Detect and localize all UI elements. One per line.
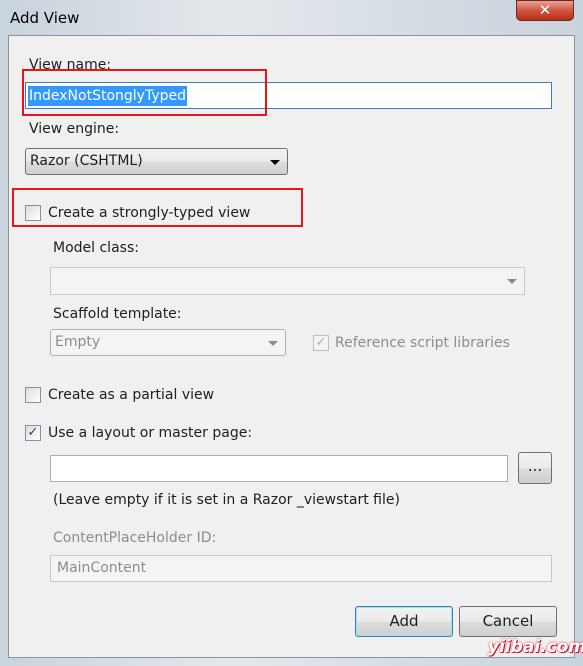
view-engine-label: View engine: bbox=[29, 121, 120, 137]
scaffold-select[interactable]: Empty bbox=[50, 329, 286, 356]
model-class-combobox[interactable] bbox=[50, 267, 525, 295]
add-button[interactable]: Add bbox=[355, 606, 453, 637]
chevron-down-icon bbox=[507, 279, 517, 284]
watermark-logo: yiibai.com bbox=[488, 637, 583, 657]
content-placeholder-label: ContentPlaceHolder ID: bbox=[53, 530, 217, 546]
window-title: Add View bbox=[10, 9, 80, 27]
partial-view-label: Create as a partial view bbox=[48, 387, 215, 403]
scaffold-value: Empty bbox=[55, 334, 101, 350]
close-icon: ✕ bbox=[538, 1, 552, 19]
partial-view-checkbox[interactable] bbox=[25, 387, 41, 403]
strongly-typed-label: Create a strongly-typed view bbox=[48, 205, 251, 221]
browse-button[interactable]: ... bbox=[518, 452, 552, 484]
highlight-view-name bbox=[22, 69, 267, 116]
layout-hint: (Leave empty if it is set in a Razor _vi… bbox=[53, 492, 400, 508]
layout-checkbox[interactable]: ✓ bbox=[25, 425, 41, 441]
reference-scripts-checkbox[interactable]: ✓ bbox=[313, 335, 329, 351]
layout-path-input[interactable] bbox=[50, 455, 508, 482]
close-button[interactable]: ✕ bbox=[516, 0, 574, 21]
view-engine-value: Razor (CSHTML) bbox=[30, 153, 143, 169]
model-class-label: Model class: bbox=[53, 240, 139, 256]
chevron-down-icon bbox=[270, 160, 280, 165]
reference-scripts-label: Reference script libraries bbox=[335, 335, 510, 351]
layout-label: Use a layout or master page: bbox=[48, 425, 253, 441]
chevron-down-icon bbox=[268, 341, 278, 346]
scaffold-label: Scaffold template: bbox=[53, 306, 182, 322]
content-placeholder-input[interactable]: MainContent bbox=[50, 555, 552, 582]
view-engine-select[interactable]: Razor (CSHTML) bbox=[25, 148, 288, 175]
cancel-button[interactable]: Cancel bbox=[459, 606, 557, 637]
strongly-typed-checkbox[interactable] bbox=[25, 205, 41, 221]
